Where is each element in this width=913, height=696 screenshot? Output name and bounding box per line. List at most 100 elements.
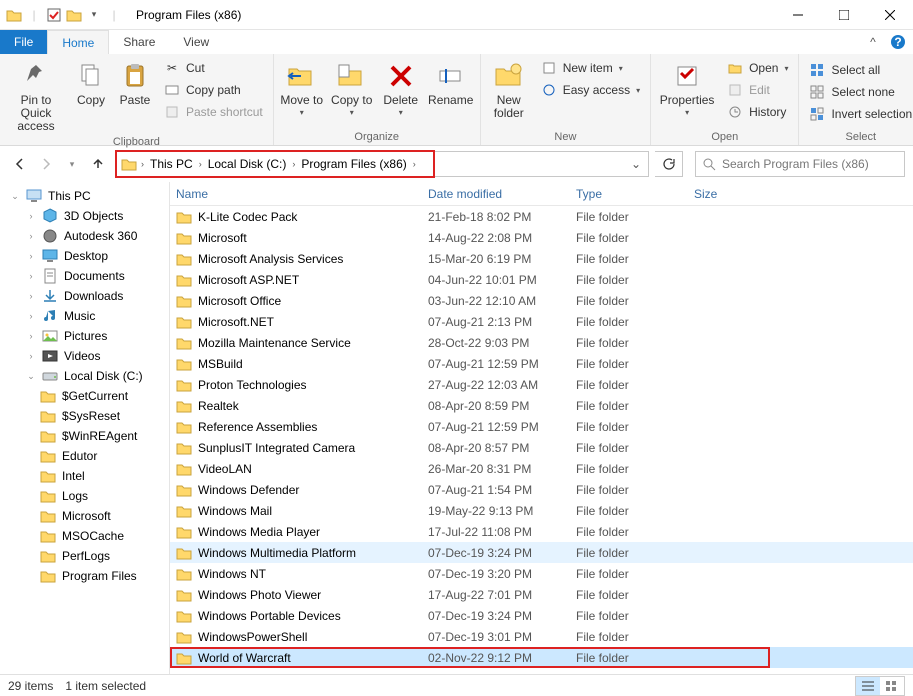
edit-button[interactable]: Edit: [721, 80, 794, 100]
back-button[interactable]: [8, 152, 32, 176]
nav-item[interactable]: $GetCurrent: [6, 386, 169, 406]
nav-item[interactable]: $WinREAgent: [6, 426, 169, 446]
open-button[interactable]: Open ▾: [721, 58, 794, 78]
table-row[interactable]: Microsoft14-Aug-22 2:08 PMFile folder: [170, 227, 913, 248]
properties-button[interactable]: Properties▾: [655, 56, 719, 118]
nav-item[interactable]: $SysReset: [6, 406, 169, 426]
invert-selection-button[interactable]: Invert selection: [803, 104, 913, 124]
nav-item[interactable]: Intel: [6, 466, 169, 486]
pin-to-quick-access-button[interactable]: Pin to Quick access: [4, 56, 68, 134]
details-view-button[interactable]: [856, 677, 880, 695]
table-row[interactable]: Microsoft Office03-Jun-22 12:10 AMFile f…: [170, 290, 913, 311]
nav-item[interactable]: MSOCache: [6, 526, 169, 546]
table-row[interactable]: Microsoft.NET07-Aug-21 2:13 PMFile folde…: [170, 311, 913, 332]
chevron-right-icon[interactable]: ›: [197, 159, 204, 169]
copy-path-button[interactable]: Copy path: [158, 80, 269, 100]
delete-button[interactable]: Delete▾: [378, 56, 424, 118]
nav-item[interactable]: ⌄Local Disk (C:): [6, 366, 169, 386]
expand-icon[interactable]: ›: [26, 211, 36, 221]
table-row[interactable]: K-Lite Codec Pack21-Feb-18 8:02 PMFile f…: [170, 206, 913, 227]
paste-button[interactable]: Paste: [114, 56, 156, 107]
table-row[interactable]: World of Warcraft02-Nov-22 9:12 PMFile f…: [170, 647, 913, 668]
chevron-right-icon[interactable]: ›: [290, 159, 297, 169]
table-row[interactable]: Reference Assemblies07-Aug-21 12:59 PMFi…: [170, 416, 913, 437]
close-button[interactable]: [867, 0, 913, 30]
up-button[interactable]: [86, 152, 110, 176]
nav-item[interactable]: Logs: [6, 486, 169, 506]
easy-access-button[interactable]: Easy access ▾: [535, 80, 646, 100]
table-row[interactable]: Windows Media Player17-Jul-22 11:08 PMFi…: [170, 521, 913, 542]
table-row[interactable]: Microsoft ASP.NET04-Jun-22 10:01 PMFile …: [170, 269, 913, 290]
select-all-button[interactable]: Select all: [803, 60, 913, 80]
nav-item[interactable]: ›Desktop: [6, 246, 169, 266]
column-name[interactable]: Name: [170, 187, 428, 201]
chevron-right-icon[interactable]: ›: [411, 159, 418, 169]
column-date[interactable]: Date modified: [428, 187, 576, 201]
help-icon[interactable]: ?: [883, 30, 913, 54]
forward-button[interactable]: [34, 152, 58, 176]
table-row[interactable]: Windows Portable Devices07-Dec-19 3:24 P…: [170, 605, 913, 626]
qat-dropdown-icon[interactable]: ▾: [86, 7, 102, 23]
navigation-pane[interactable]: ⌄ This PC ›3D Objects›Autodesk 360›Deskt…: [0, 182, 170, 674]
expand-icon[interactable]: ›: [26, 271, 36, 281]
nav-item[interactable]: ›Pictures: [6, 326, 169, 346]
nav-item[interactable]: ›Music: [6, 306, 169, 326]
history-button[interactable]: History: [721, 102, 794, 122]
expand-icon[interactable]: ›: [26, 291, 36, 301]
refresh-button[interactable]: [655, 151, 683, 177]
address-dropdown-icon[interactable]: ⌄: [626, 157, 646, 171]
tab-view[interactable]: View: [169, 30, 223, 54]
nav-item[interactable]: Edutor: [6, 446, 169, 466]
nav-item[interactable]: Microsoft: [6, 506, 169, 526]
expand-icon[interactable]: ›: [26, 231, 36, 241]
expand-icon[interactable]: ›: [26, 351, 36, 361]
table-row[interactable]: WindowsPowerShell07-Dec-19 3:01 PMFile f…: [170, 626, 913, 647]
table-row[interactable]: VideoLAN26-Mar-20 8:31 PMFile folder: [170, 458, 913, 479]
table-row[interactable]: Realtek08-Apr-20 8:59 PMFile folder: [170, 395, 913, 416]
copy-to-button[interactable]: Copy to▾: [328, 56, 376, 118]
minimize-button[interactable]: [775, 0, 821, 30]
ribbon-collapse-icon[interactable]: ^: [863, 30, 883, 54]
nav-item[interactable]: ›3D Objects: [6, 206, 169, 226]
table-row[interactable]: MSBuild07-Aug-21 12:59 PMFile folder: [170, 353, 913, 374]
nav-item[interactable]: ›Autodesk 360: [6, 226, 169, 246]
nav-item[interactable]: ›Videos: [6, 346, 169, 366]
thumbnails-view-button[interactable]: [880, 677, 904, 695]
expand-icon[interactable]: ⌄: [10, 191, 20, 202]
nav-this-pc[interactable]: ⌄ This PC: [6, 186, 169, 206]
paste-shortcut-button[interactable]: Paste shortcut: [158, 102, 269, 122]
nav-item[interactable]: PerfLogs: [6, 546, 169, 566]
new-folder-button[interactable]: New folder: [485, 56, 533, 120]
expand-icon[interactable]: ⌄: [26, 371, 36, 382]
maximize-button[interactable]: [821, 0, 867, 30]
checkbox-icon[interactable]: [46, 7, 62, 23]
expand-icon[interactable]: ›: [26, 311, 36, 321]
table-row[interactable]: Windows Mail19-May-22 9:13 PMFile folder: [170, 500, 913, 521]
table-row[interactable]: Windows Photo Viewer17-Aug-22 7:01 PMFil…: [170, 584, 913, 605]
breadcrumb-this-pc[interactable]: This PC: [146, 157, 197, 171]
tab-home[interactable]: Home: [47, 30, 109, 54]
nav-item[interactable]: ›Documents: [6, 266, 169, 286]
tab-share[interactable]: Share: [109, 30, 169, 54]
cut-button[interactable]: ✂Cut: [158, 58, 269, 78]
search-input[interactable]: Search Program Files (x86): [695, 151, 905, 177]
breadcrumb-folder[interactable]: Program Files (x86): [297, 157, 410, 171]
new-item-button[interactable]: New item ▾: [535, 58, 646, 78]
chevron-right-icon[interactable]: ›: [139, 159, 146, 169]
recent-dropdown-icon[interactable]: ▾: [60, 152, 84, 176]
nav-item[interactable]: ›Downloads: [6, 286, 169, 306]
table-row[interactable]: Windows Defender07-Aug-21 1:54 PMFile fo…: [170, 479, 913, 500]
tab-file[interactable]: File: [0, 30, 47, 54]
copy-button[interactable]: Copy: [70, 56, 112, 107]
table-row[interactable]: Windows Multimedia Platform07-Dec-19 3:2…: [170, 542, 913, 563]
expand-icon[interactable]: ›: [26, 251, 36, 261]
table-row[interactable]: SunplusIT Integrated Camera08-Apr-20 8:5…: [170, 437, 913, 458]
column-type[interactable]: Type: [576, 187, 694, 201]
breadcrumb-drive[interactable]: Local Disk (C:): [204, 157, 291, 171]
move-to-button[interactable]: Move to▾: [278, 56, 326, 118]
table-row[interactable]: Microsoft Analysis Services15-Mar-20 6:1…: [170, 248, 913, 269]
expand-icon[interactable]: ›: [26, 331, 36, 341]
column-size[interactable]: Size: [694, 187, 774, 201]
nav-item[interactable]: Program Files: [6, 566, 169, 586]
folder-icon[interactable]: [66, 7, 82, 23]
